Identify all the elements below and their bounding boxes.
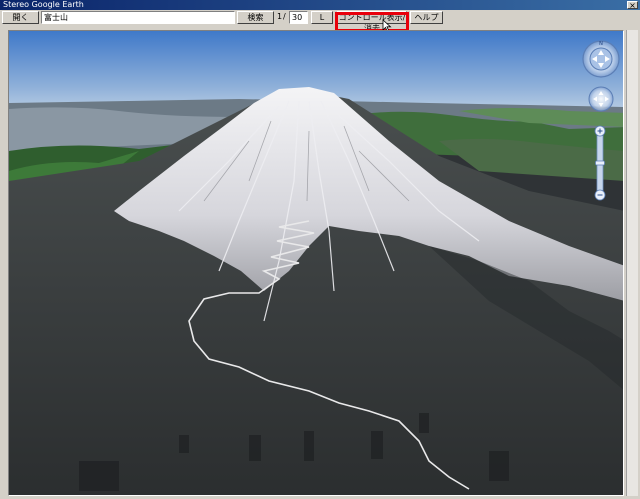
terrain-render xyxy=(9,31,623,495)
vertical-scrollbar[interactable] xyxy=(626,30,638,496)
svg-text:N: N xyxy=(599,41,603,47)
search-input[interactable]: 富士山 xyxy=(41,11,235,24)
navigation-compass-icon[interactable]: N xyxy=(581,39,621,79)
close-button[interactable]: × xyxy=(627,1,638,10)
toolbar: 開く 富士山 検索 1 / 30 L コントロール表示/消去 ヘルプ xyxy=(0,10,640,33)
open-button[interactable]: 開く xyxy=(2,11,39,24)
highlight-box xyxy=(335,12,409,32)
earth-3d-view[interactable]: N xyxy=(8,30,624,496)
next-button[interactable]: L xyxy=(311,11,333,24)
page-current: 1 xyxy=(277,12,283,21)
window-title: Stereo Google Earth xyxy=(3,0,84,9)
search-button[interactable]: 検索 xyxy=(237,11,274,24)
zoom-slider-icon[interactable] xyxy=(592,125,608,201)
look-around-icon[interactable] xyxy=(588,86,614,112)
page-total-field[interactable]: 30 xyxy=(289,11,308,24)
help-button[interactable]: ヘルプ xyxy=(410,11,443,24)
window-titlebar: Stereo Google Earth × xyxy=(0,0,640,10)
page-separator: / xyxy=(283,12,286,21)
